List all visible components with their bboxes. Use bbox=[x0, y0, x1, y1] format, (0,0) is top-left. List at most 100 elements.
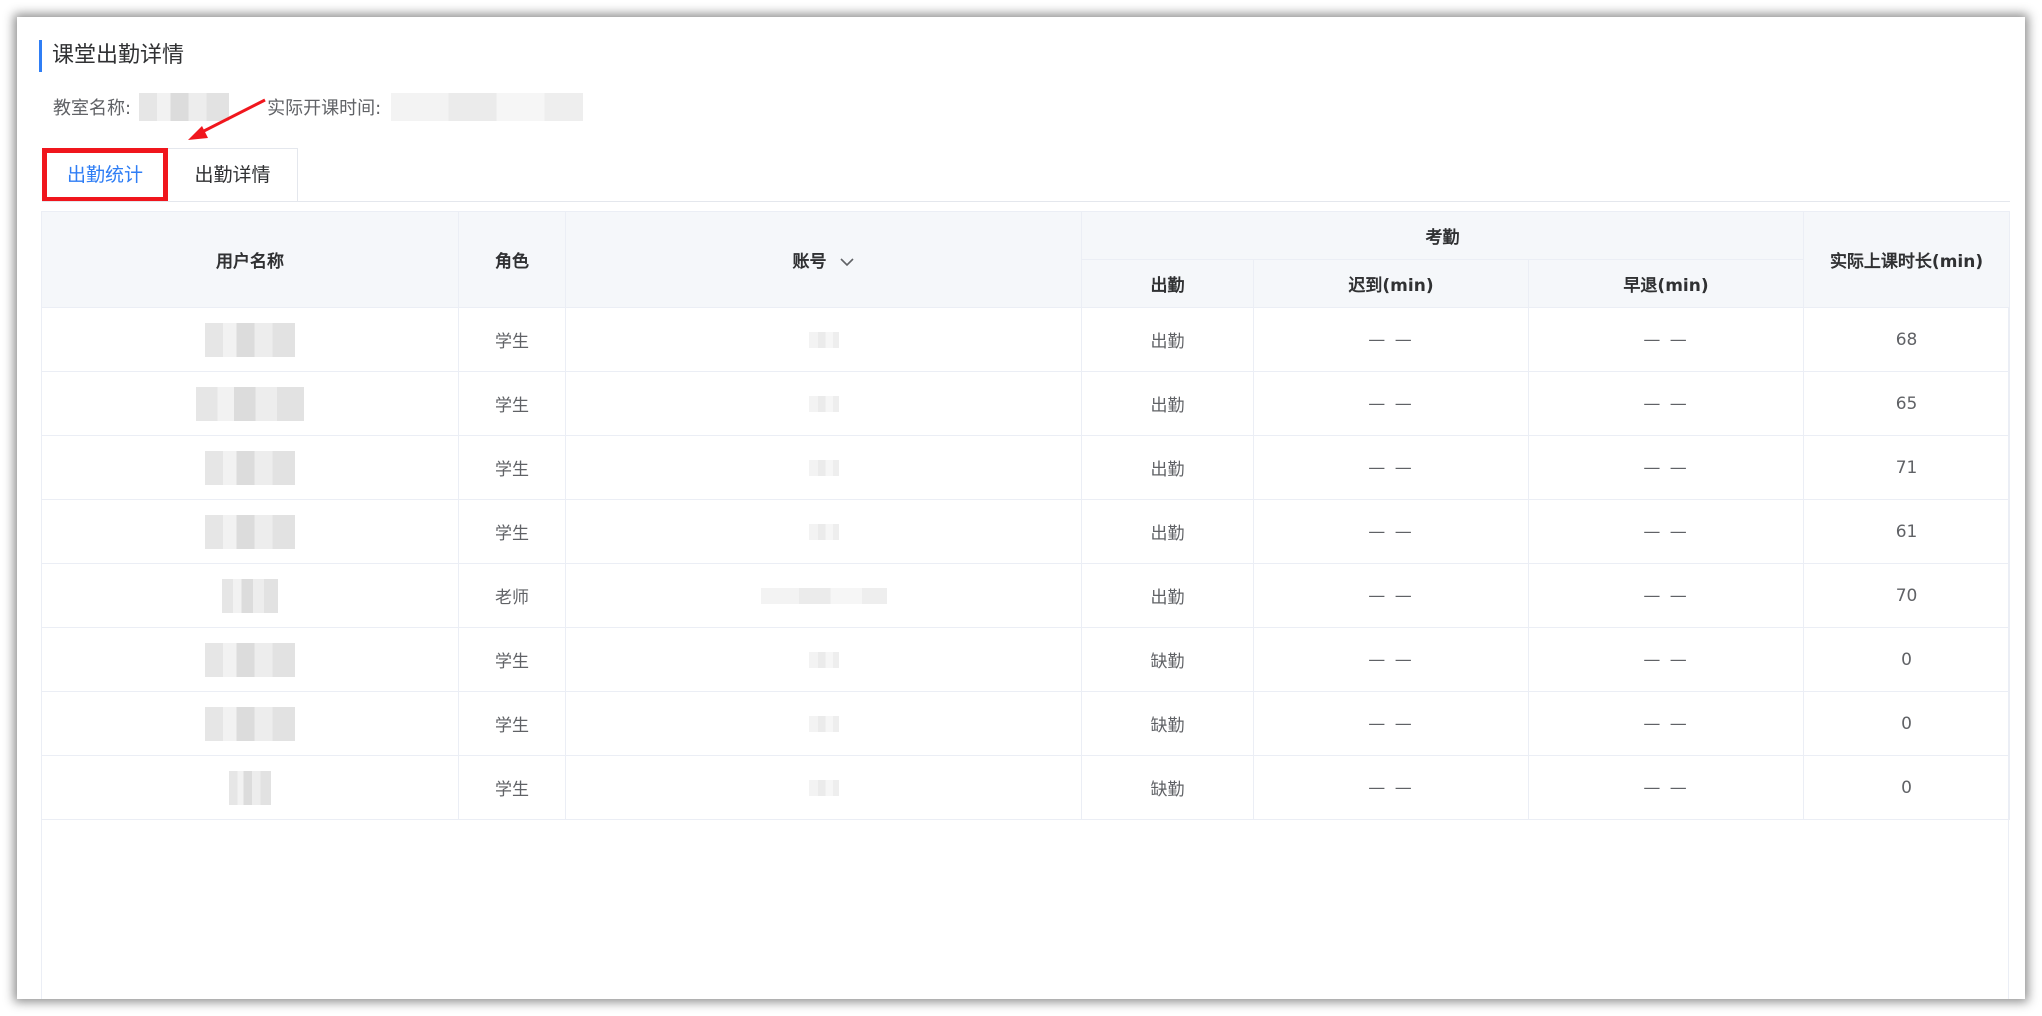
cell-attendance: 出勤 bbox=[1081, 307, 1254, 372]
username-redacted bbox=[205, 450, 295, 485]
cell-role: 学生 bbox=[458, 435, 566, 500]
cell-role: 学生 bbox=[458, 307, 566, 372]
cell-attendance: 出勤 bbox=[1081, 499, 1254, 564]
cell-role: 学生 bbox=[458, 691, 566, 756]
cell-duration: 61 bbox=[1803, 499, 2011, 564]
page-title: 课堂出勤详情 bbox=[39, 40, 184, 72]
tab-attendance-stats[interactable]: 出勤统计 bbox=[42, 148, 168, 202]
cell-account bbox=[565, 691, 1082, 756]
table-row: 学生 缺勤 — — — —0 bbox=[41, 691, 2011, 756]
start-time-redacted bbox=[391, 93, 584, 121]
cell-early-leave: — — bbox=[1527, 755, 1805, 820]
account-redacted bbox=[808, 395, 839, 412]
header-attendance-group: 考勤 bbox=[1080, 211, 1805, 260]
cell-attendance: 出勤 bbox=[1081, 563, 1254, 628]
username-redacted bbox=[205, 642, 295, 677]
account-redacted bbox=[808, 715, 839, 732]
cell-account bbox=[565, 755, 1082, 820]
header-account-label: 账号 bbox=[792, 252, 827, 272]
red-arrow-icon bbox=[188, 98, 266, 140]
table-row: 学生 出勤 — — — —61 bbox=[41, 499, 2011, 564]
table-row: 老师 出勤 — — — —70 bbox=[41, 563, 2011, 628]
cell-account bbox=[565, 563, 1082, 628]
cell-username bbox=[41, 435, 459, 500]
tabs-divider bbox=[42, 201, 2010, 202]
cell-account bbox=[565, 371, 1082, 436]
tab-bar: 出勤统计 出勤详情 bbox=[42, 148, 298, 202]
classroom-label: 教室名称: bbox=[53, 98, 132, 119]
cell-username bbox=[41, 627, 459, 692]
cell-early-leave: — — bbox=[1527, 691, 1805, 756]
cell-role: 学生 bbox=[458, 499, 566, 564]
account-redacted bbox=[808, 651, 839, 668]
cell-duration: 65 bbox=[1803, 371, 2011, 436]
username-redacted bbox=[205, 706, 295, 741]
cell-duration: 0 bbox=[1803, 755, 2011, 820]
cell-duration: 0 bbox=[1803, 691, 2011, 756]
cell-username bbox=[41, 563, 459, 628]
cell-late: — — bbox=[1253, 627, 1529, 692]
cell-username bbox=[41, 691, 459, 756]
cell-attendance: 出勤 bbox=[1081, 371, 1254, 436]
cell-early-leave: — — bbox=[1527, 627, 1805, 692]
cell-attendance: 缺勤 bbox=[1081, 691, 1254, 756]
cell-duration: 68 bbox=[1803, 307, 2011, 372]
cell-username bbox=[41, 307, 459, 372]
cell-role: 学生 bbox=[458, 755, 566, 820]
chevron-down-icon[interactable] bbox=[840, 257, 855, 267]
cell-role: 老师 bbox=[458, 563, 566, 628]
cell-role: 学生 bbox=[458, 627, 566, 692]
username-redacted bbox=[196, 386, 304, 421]
account-redacted bbox=[760, 587, 887, 604]
cell-username bbox=[41, 755, 459, 820]
tab-attendance-details[interactable]: 出勤详情 bbox=[168, 148, 298, 202]
cell-late: — — bbox=[1253, 755, 1529, 820]
cell-late: — — bbox=[1253, 499, 1529, 564]
start-time-label: 实际开课时间: bbox=[267, 98, 382, 119]
cell-account bbox=[565, 307, 1082, 372]
cell-account bbox=[565, 627, 1082, 692]
header-early-leave: 早退(min) bbox=[1527, 259, 1805, 308]
header-username: 用户名称 bbox=[41, 211, 459, 308]
cell-attendance: 出勤 bbox=[1081, 435, 1254, 500]
cell-duration: 70 bbox=[1803, 563, 2011, 628]
table-row: 学生 出勤 — — — —65 bbox=[41, 371, 2011, 436]
header-duration: 实际上课时长(min) bbox=[1803, 211, 2011, 308]
account-redacted bbox=[808, 459, 839, 476]
account-redacted bbox=[808, 523, 839, 540]
table-row: 学生 出勤 — — — —68 bbox=[41, 307, 2011, 372]
header-late: 迟到(min) bbox=[1253, 259, 1529, 308]
username-redacted bbox=[205, 322, 295, 357]
cell-account bbox=[565, 435, 1082, 500]
cell-late: — — bbox=[1253, 371, 1529, 436]
cell-attendance: 缺勤 bbox=[1081, 627, 1254, 692]
header-role: 角色 bbox=[458, 211, 566, 308]
username-redacted bbox=[222, 578, 278, 613]
cell-late: — — bbox=[1253, 307, 1529, 372]
attendance-table: 用户名称 角色 账号 考勤 实际上课时长(min) 出勤 迟到(min) 早退(… bbox=[41, 211, 2011, 820]
class-meta-row: 教室名称: 实际开课时间: bbox=[53, 92, 584, 122]
account-redacted bbox=[808, 779, 839, 796]
username-redacted bbox=[229, 770, 271, 805]
account-redacted bbox=[808, 331, 839, 348]
table-row: 学生 缺勤 — — — —0 bbox=[41, 755, 2011, 820]
cell-role: 学生 bbox=[458, 371, 566, 436]
cell-early-leave: — — bbox=[1527, 563, 1805, 628]
cell-late: — — bbox=[1253, 563, 1529, 628]
cell-account bbox=[565, 499, 1082, 564]
cell-username bbox=[41, 499, 459, 564]
cell-username bbox=[41, 371, 459, 436]
table-row: 学生 出勤 — — — —71 bbox=[41, 435, 2011, 500]
header-attendance: 出勤 bbox=[1081, 259, 1254, 308]
cell-attendance: 缺勤 bbox=[1081, 755, 1254, 820]
username-redacted bbox=[205, 514, 295, 549]
cell-duration: 71 bbox=[1803, 435, 2011, 500]
cell-duration: 0 bbox=[1803, 627, 2011, 692]
cell-early-leave: — — bbox=[1527, 371, 1805, 436]
cell-late: — — bbox=[1253, 691, 1529, 756]
cell-early-leave: — — bbox=[1527, 307, 1805, 372]
table-row: 学生 缺勤 — — — —0 bbox=[41, 627, 2011, 692]
cell-early-leave: — — bbox=[1527, 499, 1805, 564]
cell-late: — — bbox=[1253, 435, 1529, 500]
header-account[interactable]: 账号 bbox=[565, 211, 1082, 308]
